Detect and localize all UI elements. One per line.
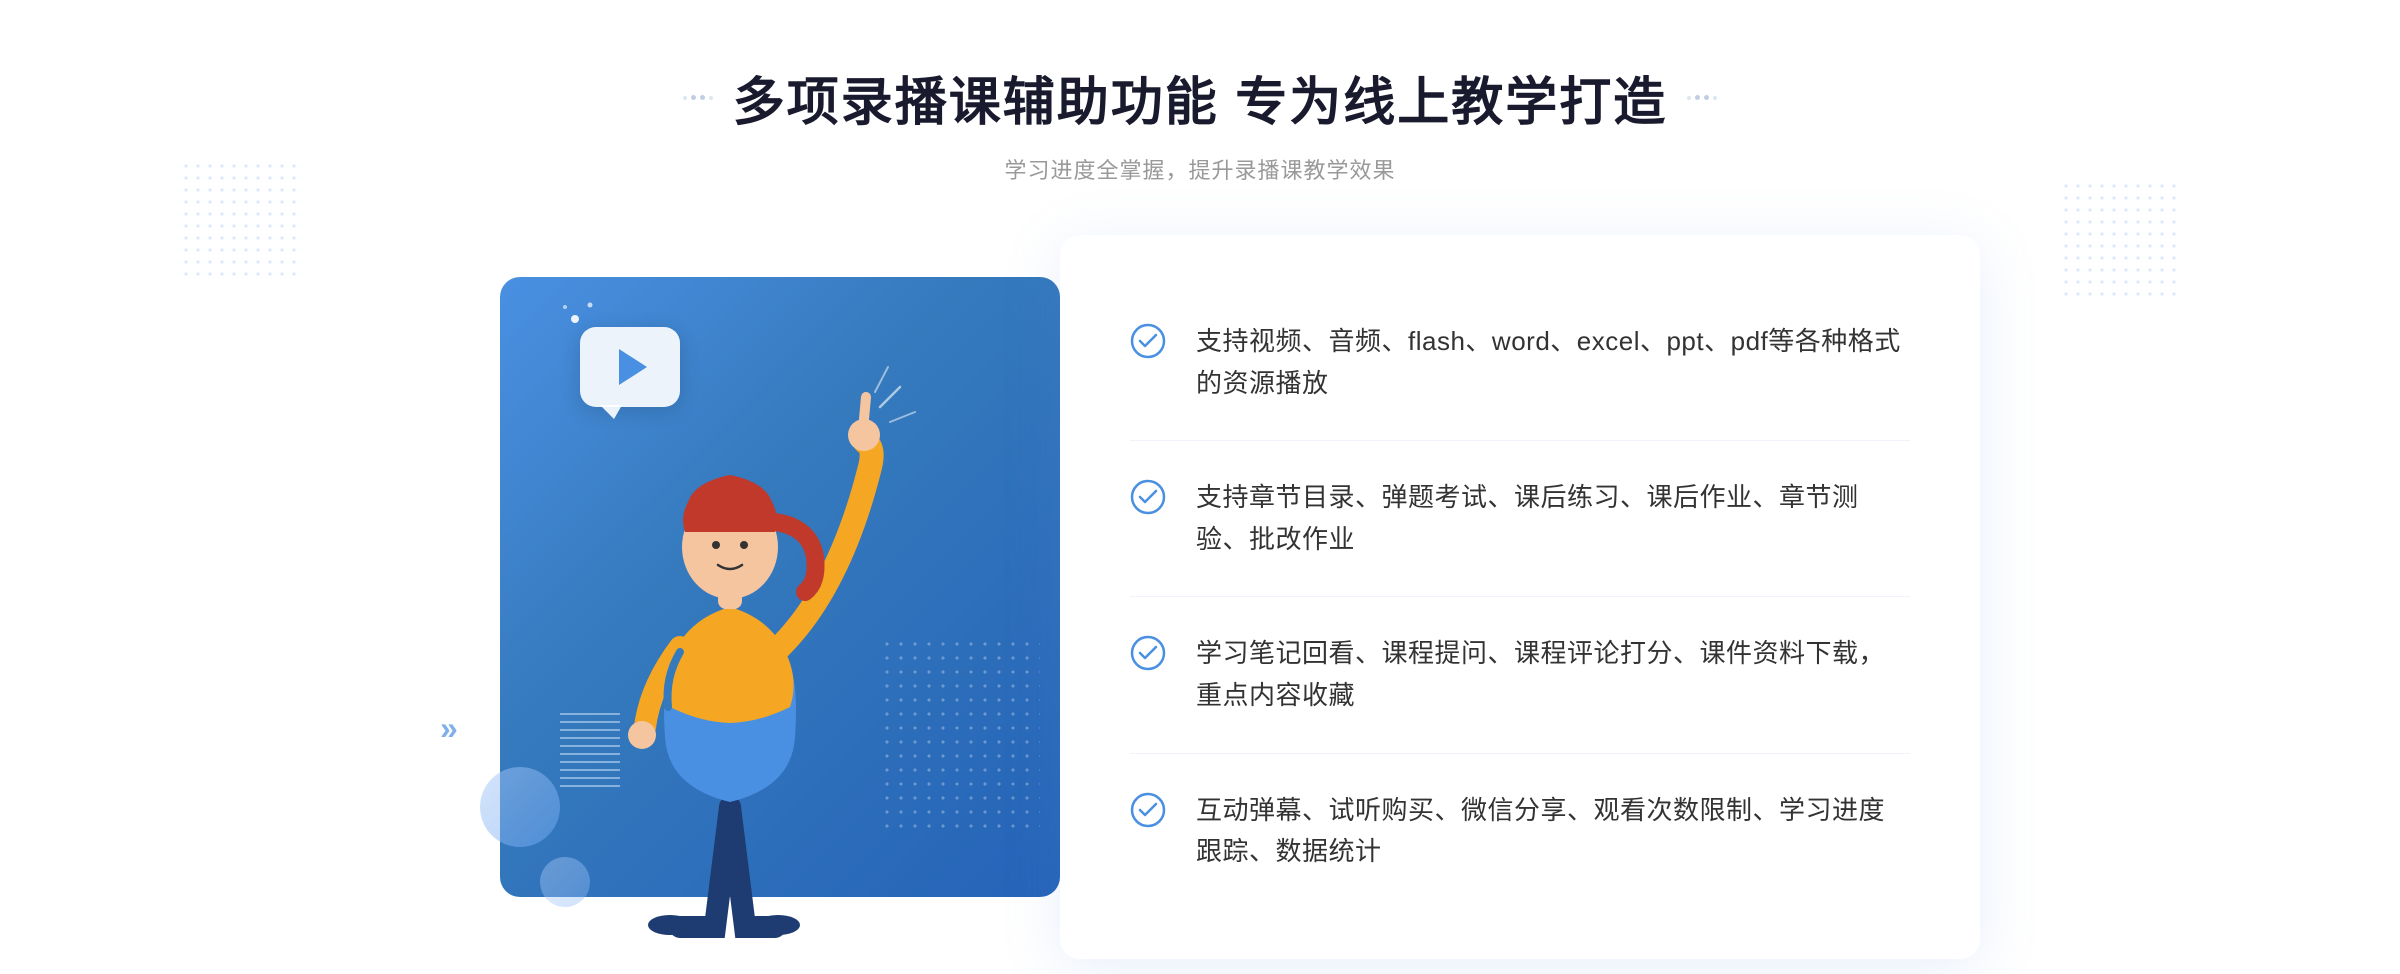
title-decorator-right <box>1687 95 1717 100</box>
title-row: 多项录播课辅助功能 专为线上教学打造 <box>683 60 1717 135</box>
feature-text-1: 支持视频、音频、flash、word、excel、ppt、pdf等各种格式的资源… <box>1196 321 1910 404</box>
main-title: 多项录播课辅助功能 专为线上教学打造 <box>733 60 1667 135</box>
feature-item-2: 支持章节目录、弹题考试、课后练习、课后作业、章节测验、批改作业 <box>1130 441 1910 597</box>
feature-item-3: 学习笔记回看、课程提问、课程评论打分、课件资料下载，重点内容收藏 <box>1130 597 1910 753</box>
check-icon-2 <box>1130 479 1166 515</box>
person-illustration <box>420 247 1100 947</box>
header-section: 多项录播课辅助功能 专为线上教学打造 学习进度全掌握，提升录播课教学效果 <box>683 60 1717 185</box>
content-area: » <box>400 235 2000 959</box>
feature-item-1: 支持视频、音频、flash、word、excel、ppt、pdf等各种格式的资源… <box>1130 285 1910 441</box>
feature-text-2: 支持章节目录、弹题考试、课后练习、课后作业、章节测验、批改作业 <box>1196 477 1910 560</box>
feature-item-4: 互动弹幕、试听购买、微信分享、观看次数限制、学习进度跟踪、数据统计 <box>1130 754 1910 909</box>
feature-text-4: 互动弹幕、试听购买、微信分享、观看次数限制、学习进度跟踪、数据统计 <box>1196 790 1910 873</box>
dots-left <box>180 160 300 280</box>
page-container: 多项录播课辅助功能 专为线上教学打造 学习进度全掌握，提升录播课教学效果 » <box>0 0 2400 974</box>
features-panel: 支持视频、音频、flash、word、excel、ppt、pdf等各种格式的资源… <box>1060 235 1980 959</box>
subtitle: 学习进度全掌握，提升录播课教学效果 <box>683 153 1717 185</box>
title-decorator-left <box>683 95 713 100</box>
check-icon-1 <box>1130 323 1166 359</box>
dots-right <box>2060 180 2180 300</box>
check-icon-3 <box>1130 635 1166 671</box>
check-icon-4 <box>1130 792 1166 828</box>
illustration-container: » <box>420 247 1100 947</box>
feature-text-3: 学习笔记回看、课程提问、课程评论打分、课件资料下载，重点内容收藏 <box>1196 633 1910 716</box>
